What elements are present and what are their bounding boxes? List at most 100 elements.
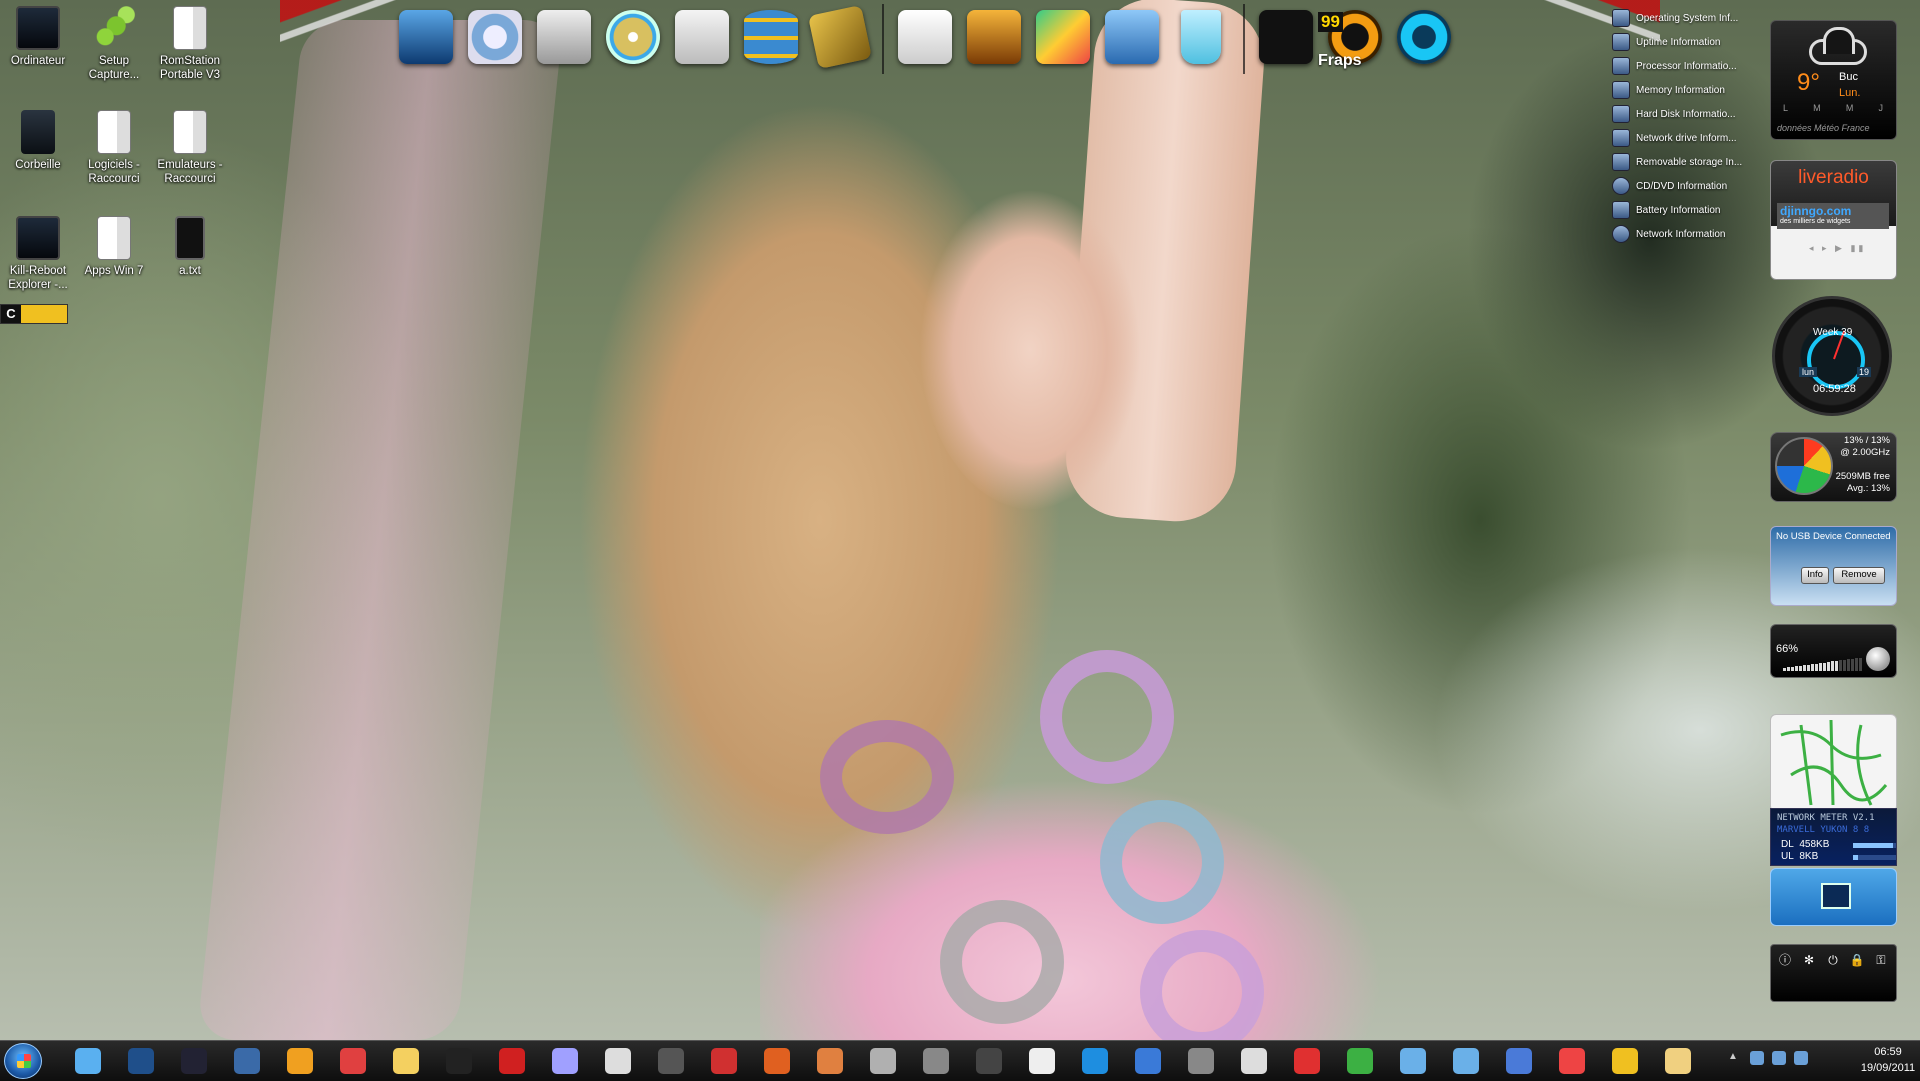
desktop-icon-a-txt[interactable]: a.txt: [152, 216, 228, 278]
taskbar: ▲ 06:59 19/09/2011: [0, 1040, 1920, 1081]
usb-remove-button[interactable]: Remove: [1833, 567, 1885, 584]
taskbar-app-button[interactable]: [172, 1044, 216, 1078]
start-button[interactable]: [4, 1043, 42, 1079]
taskbar-app-button[interactable]: [702, 1044, 746, 1078]
sleep-icon[interactable]: ✻: [1799, 951, 1819, 969]
taskbar-app-button[interactable]: [437, 1044, 481, 1078]
traffic-map-gadget[interactable]: [1770, 714, 1897, 812]
info-item-battery[interactable]: Battery Information: [1612, 198, 1752, 222]
taskbar-app-button[interactable]: [1444, 1044, 1488, 1078]
taskbar-app-button[interactable]: [1126, 1044, 1170, 1078]
taskbar-app-button[interactable]: [649, 1044, 693, 1078]
taskbar-app-button[interactable]: [331, 1044, 375, 1078]
shield-icon[interactable]: [1750, 1051, 1764, 1065]
clock-ring: [1807, 331, 1865, 389]
info-item-memory[interactable]: Memory Information: [1612, 78, 1752, 102]
taskbar-app-button[interactable]: [1338, 1044, 1382, 1078]
folder-icon: [97, 216, 131, 260]
info-item-removable-storage[interactable]: Removable storage In...: [1612, 150, 1752, 174]
taskbar-app-button[interactable]: [225, 1044, 269, 1078]
dock-item-database[interactable]: [740, 4, 802, 70]
taskbar-app-button[interactable]: [1232, 1044, 1276, 1078]
info-icon[interactable]: ⓘ: [1775, 951, 1795, 969]
volume-bar: [1795, 666, 1798, 671]
clock-gadget[interactable]: Week 39 lun 19 06:59:28: [1772, 296, 1892, 416]
radio-banner[interactable]: djinngo.com des milliers de widgets: [1777, 203, 1889, 229]
cmd-widget[interactable]: C: [0, 304, 68, 324]
network-meter-gadget[interactable]: NETWORK METER V2.1 MARVELL YUKON 8 8 DL …: [1770, 808, 1897, 866]
taskbar-app-button[interactable]: [1603, 1044, 1647, 1078]
desktop-icon-ordinateur[interactable]: Ordinateur: [0, 6, 76, 68]
app-icon: [393, 1048, 419, 1074]
dock-item-hard-disk[interactable]: [464, 4, 526, 70]
desktop-icon-kill-reboot[interactable]: Kill-Reboot Explorer -...: [0, 216, 76, 292]
dock-item-drive[interactable]: [533, 4, 595, 70]
weather-gadget[interactable]: 9° Buc Lun. L M M J données Météo France: [1770, 20, 1897, 140]
info-item-cd-dvd[interactable]: CD/DVD Information: [1612, 174, 1752, 198]
speaker-icon[interactable]: [1794, 1051, 1808, 1065]
lock-icon[interactable]: 🔒: [1847, 951, 1867, 969]
taskbar-time: 06:59: [1874, 1046, 1902, 1058]
desktop-icon-apps-win7[interactable]: Apps Win 7: [76, 216, 152, 278]
dock-item-browser-c[interactable]: [1393, 4, 1455, 70]
taskbar-app-button[interactable]: [1550, 1044, 1594, 1078]
taskbar-app-button[interactable]: [1391, 1044, 1435, 1078]
dock-item-paint[interactable]: [1032, 4, 1094, 70]
usb-info-button[interactable]: Info: [1801, 567, 1829, 584]
desktop-icon-romstation[interactable]: RomStation Portable V3: [152, 6, 228, 82]
taskbar-app-button[interactable]: [1073, 1044, 1117, 1078]
volume-knob[interactable]: [1866, 647, 1890, 671]
volume-bar: [1819, 663, 1822, 671]
desktop-icon-setup-capture[interactable]: Setup Capture...: [76, 6, 152, 82]
dock-item-dvd[interactable]: [807, 4, 873, 70]
taskbar-app-button[interactable]: [914, 1044, 958, 1078]
desktop-icon-emulateurs[interactable]: Emulateurs - Raccourci: [152, 110, 228, 186]
dock-item-monitor[interactable]: [395, 4, 457, 70]
taskbar-app-button[interactable]: [278, 1044, 322, 1078]
app-icon: [817, 1048, 843, 1074]
taskbar-app-button[interactable]: [119, 1044, 163, 1078]
key-icon[interactable]: ⚿: [1871, 951, 1891, 969]
taskbar-app-button[interactable]: [755, 1044, 799, 1078]
taskbar-app-button[interactable]: [861, 1044, 905, 1078]
radio-controls[interactable]: ◂ ▸ ▶ ▮▮: [1809, 243, 1866, 254]
taskbar-app-button[interactable]: [1497, 1044, 1541, 1078]
info-item-network[interactable]: Network Information: [1612, 222, 1752, 246]
info-item-operating-system[interactable]: Operating System Inf...: [1612, 6, 1752, 30]
volume-gadget[interactable]: 66%: [1770, 624, 1897, 678]
taskbar-app-button[interactable]: [596, 1044, 640, 1078]
volume-bar: [1855, 658, 1858, 671]
taskbar-app-button[interactable]: [1656, 1044, 1700, 1078]
taskbar-clock[interactable]: 06:59 19/09/2011: [1860, 1044, 1916, 1076]
info-item-hard-disk[interactable]: Hard Disk Informatio...: [1612, 102, 1752, 126]
taskbar-app-button[interactable]: [808, 1044, 852, 1078]
dock-item-trash[interactable]: [1170, 4, 1232, 70]
power-icon[interactable]: ⏻: [1823, 951, 1843, 969]
show-hidden-icons-icon[interactable]: ▲: [1728, 1051, 1742, 1065]
dock-item-document[interactable]: [894, 4, 956, 70]
network-icon[interactable]: [1772, 1051, 1786, 1065]
dock-item-downloads[interactable]: [1101, 4, 1163, 70]
liveradio-gadget[interactable]: liveradio djinngo.com des milliers de wi…: [1770, 160, 1897, 280]
taskbar-app-button[interactable]: [967, 1044, 1011, 1078]
taskbar-app-button[interactable]: [490, 1044, 534, 1078]
network-monitor-image: [1770, 868, 1897, 926]
cpu-meter-gadget[interactable]: 13% / 13% @ 2.00GHz 2509MB free Avg.: 13…: [1770, 432, 1897, 502]
dock-item-disk-drive[interactable]: [671, 4, 733, 70]
dock-item-cd[interactable]: [602, 4, 664, 70]
taskbar-app-button[interactable]: [1020, 1044, 1064, 1078]
desktop-icon-logiciels[interactable]: Logiciels - Raccourci: [76, 110, 152, 186]
taskbar-app-button[interactable]: [384, 1044, 428, 1078]
taskbar-app-button[interactable]: [1285, 1044, 1329, 1078]
info-item-uptime[interactable]: Uptime Information: [1612, 30, 1752, 54]
wallpaper-face: [920, 180, 1150, 510]
desktop-icon-corbeille[interactable]: Corbeille: [0, 110, 76, 172]
dock-item-music[interactable]: [963, 4, 1025, 70]
taskbar-app-button[interactable]: [1179, 1044, 1223, 1078]
taskbar-app-button[interactable]: [66, 1044, 110, 1078]
taskbar-app-button[interactable]: [543, 1044, 587, 1078]
app-icon: [976, 1048, 1002, 1074]
info-item-network-drive[interactable]: Network drive Inform...: [1612, 126, 1752, 150]
dock-item-fraps[interactable]: [1255, 4, 1317, 70]
info-item-processor[interactable]: Processor Informatio...: [1612, 54, 1752, 78]
